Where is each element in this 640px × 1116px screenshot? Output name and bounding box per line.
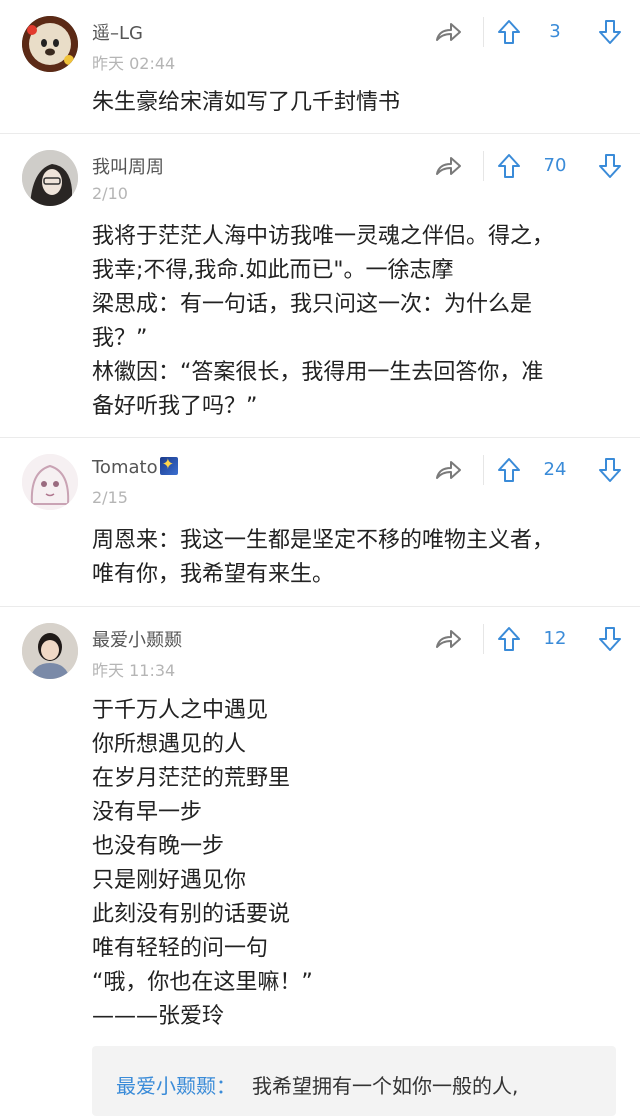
upvote-arrow-icon[interactable] [497,625,521,653]
action-divider [483,624,484,654]
comment-time: 昨天 11:34 [92,661,176,680]
child-avatar-image [22,623,78,679]
upvote-count: 12 [543,628,567,649]
upvote-arrow-icon[interactable] [497,152,521,180]
upvote-arrow-icon[interactable] [497,456,521,484]
comment-body: 于千万人之中遇见 你所想遇见的人 在岁月茫茫的荒野里 没有早一步 也没有晚一步 … [92,698,313,1029]
separator [0,133,640,134]
anime-avatar-image [22,454,78,510]
reply-author[interactable]: 最爱小颞颞： [116,1070,236,1099]
username[interactable]: 遥–LG [92,19,143,45]
avatar[interactable] [22,454,78,510]
comment-time: 2/10 [92,184,128,203]
avatar[interactable] [22,150,78,206]
separator [0,437,640,438]
upvote-arrow-icon[interactable] [497,18,521,46]
dog-avatar-image [22,16,78,72]
username[interactable]: Tomato [92,455,178,478]
share-arrow-icon[interactable] [433,456,463,484]
share-arrow-icon[interactable] [433,625,463,653]
action-divider [483,17,484,47]
person-avatar-image [22,150,78,206]
upvote-count: 70 [543,155,567,176]
downvote-arrow-icon[interactable] [598,152,622,180]
reply-text: 我希望拥有一个如你一般的人, [252,1074,519,1098]
avatar[interactable] [22,16,78,72]
downvote-arrow-icon[interactable] [598,456,622,484]
share-arrow-icon[interactable] [433,152,463,180]
comment-body: 我将于茫茫人海中访我唯一灵魂之伴侣。得之， 我幸;不得,我命.如此而已"。一徐志… [92,224,555,419]
action-divider [483,455,484,485]
downvote-arrow-icon[interactable] [598,625,622,653]
comment-time: 2/15 [92,488,128,507]
username[interactable]: 最爱小颞颞 [92,626,182,652]
username[interactable]: 我叫周周 [92,153,164,179]
reply-preview[interactable]: 最爱小颞颞： 我希望拥有一个如你一般的人, [92,1046,616,1116]
username-text: Tomato [92,457,158,478]
avatar[interactable] [22,623,78,679]
separator [0,606,640,607]
action-divider [483,151,484,181]
upvote-count: 24 [543,459,567,480]
star-badge-icon [159,455,178,475]
comment-body: 周恩来：我这一生都是坚定不移的唯物主义者， 唯有你，我希望有来生。 [92,528,555,587]
downvote-arrow-icon[interactable] [598,18,622,46]
upvote-count: 3 [549,21,561,42]
comment-body: 朱生豪给宋清如写了几千封情书 [92,90,401,115]
share-arrow-icon[interactable] [433,18,463,46]
comment-time: 昨天 02:44 [92,54,176,73]
